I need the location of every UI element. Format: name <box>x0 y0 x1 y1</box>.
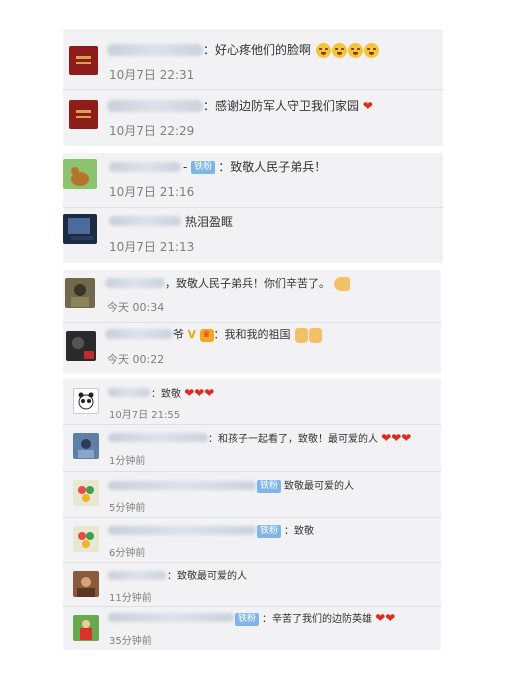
verified-v-icon: V <box>187 328 197 341</box>
dark-photo-avatar[interactable] <box>66 331 96 361</box>
comment-time: 10月7日 22:29 <box>109 124 195 138</box>
panda-avatar[interactable] <box>73 388 99 414</box>
comment-text: 铁粉 ：致敬 <box>257 522 314 538</box>
comment-panel-1: ：好心疼他们的脸啊 10月7日 22:31 ：感谢边防军人守卫我们家园 ❤ 10… <box>63 29 443 146</box>
heart-emoji: ❤❤❤ <box>381 431 412 445</box>
comment-row: 铁粉 ：致敬 6分钟前 <box>63 518 441 562</box>
comment-text: 爷 V ♛ ：我和我的祖国 <box>173 326 323 343</box>
comment-panel-3: ，致敬人民子弟兵！你们辛苦了。 今天 00:34 爷 V ♛ ：我和我的祖国 今天… <box>63 270 441 373</box>
comment-text: 铁粉 ：辛苦了我们的边防英雄 ❤❤ <box>235 610 395 626</box>
comment-text: ，致敬人民子弟兵！你们辛苦了。 <box>165 275 350 291</box>
username-redacted[interactable] <box>108 388 150 397</box>
comment-body: ：感谢边防军人守卫我们家园 <box>203 99 360 113</box>
comment-time: 10月7日 21:55 <box>109 410 181 421</box>
comment-text: ：和孩子一起看了，致敬！最可爱的人 ❤❤❤ <box>208 430 411 445</box>
username-redacted[interactable] <box>108 433 208 442</box>
comment-time: 5分钟前 <box>109 503 146 514</box>
comment-time: 35分钟前 <box>109 636 152 647</box>
comment-time: 11分钟前 <box>109 593 152 604</box>
night-window-avatar[interactable] <box>63 214 97 244</box>
comment-body: ：好心疼他们的脸啊 <box>203 43 312 57</box>
red-seal-avatar[interactable] <box>69 100 98 129</box>
comment-time: 今天 00:34 <box>107 301 165 314</box>
comment-row: ：致敬 ❤❤❤ 10月7日 21:55 <box>63 379 441 424</box>
comment-row: 爷 V ♛ ：我和我的祖国 今天 00:22 <box>63 323 441 373</box>
username-redacted[interactable] <box>108 481 256 490</box>
comment-body: 热泪盈眶 <box>185 215 234 229</box>
comment-row: ：好心疼他们的脸啊 10月7日 22:31 <box>63 29 443 89</box>
username-redacted[interactable] <box>107 100 203 112</box>
heart-emoji: ❤❤ <box>375 611 396 625</box>
comment-time: 10月7日 21:16 <box>109 185 195 199</box>
comment-row: 铁粉 致敬最可爱的人 5分钟前 <box>63 472 441 517</box>
comment-panel-4: ：致敬 ❤❤❤ 10月7日 21:55 ：和孩子一起看了，致敬！最可爱的人 ❤❤… <box>63 379 441 650</box>
comment-body: ：致敬人民子弟兵！ <box>218 160 327 174</box>
outdoor-photo-avatar[interactable] <box>65 278 95 308</box>
red-seal-avatar[interactable] <box>69 46 98 75</box>
comment-row: ：和孩子一起看了，致敬！最可爱的人 ❤❤❤ 1分钟前 <box>63 425 441 471</box>
comment-body: ，致敬人民子弟兵！你们辛苦了。 <box>165 277 330 290</box>
comment-text: ：致敬 ❤❤❤ <box>151 385 214 400</box>
thumbs-up-emoji <box>294 327 323 343</box>
crying-face-emoji <box>315 43 379 58</box>
comment-body: ：我和我的祖国 <box>213 328 291 341</box>
blue-photo-avatar[interactable] <box>73 433 99 459</box>
fan-badge[interactable]: 铁粉 <box>235 612 260 626</box>
comment-row: - 铁粉 ：致敬人民子弟兵！ 10月7日 21:16 <box>63 153 443 207</box>
comment-row: ：致敬最可爱的人 11分钟前 <box>63 563 441 606</box>
comment-panel-2: - 铁粉 ：致敬人民子弟兵！ 10月7日 21:16 热泪盈眶 10月7日 21:… <box>63 153 443 263</box>
brown-photo-avatar[interactable] <box>73 571 99 597</box>
username-tail: 爷 <box>173 328 184 341</box>
comment-text: ：好心疼他们的脸啊 <box>203 41 379 58</box>
comment-time: 1分钟前 <box>109 456 146 467</box>
username-redacted[interactable] <box>105 329 173 339</box>
crown-icon: ♛ <box>199 328 214 342</box>
username-redacted[interactable] <box>108 571 166 580</box>
fan-badge[interactable]: 铁粉 <box>191 161 216 174</box>
deer-cartoon-avatar[interactable] <box>63 159 97 189</box>
comment-body: ：致敬 <box>151 389 181 400</box>
comment-row: 铁粉 ：辛苦了我们的边防英雄 ❤❤ 35分钟前 <box>63 607 441 650</box>
comment-body: 致敬最可爱的人 <box>284 481 355 492</box>
comment-text: ：感谢边防军人守卫我们家园 ❤ <box>203 97 373 114</box>
username-redacted[interactable] <box>105 278 165 288</box>
username-redacted[interactable] <box>108 613 234 622</box>
heart-emoji: ❤ <box>362 99 373 113</box>
comment-text: 热泪盈眶 <box>185 213 233 230</box>
username-redacted[interactable] <box>109 162 181 172</box>
comment-time: 10月7日 21:13 <box>109 240 195 254</box>
red-figure-avatar[interactable] <box>73 615 99 641</box>
comment-row: ，致敬人民子弟兵！你们辛苦了。 今天 00:34 <box>63 270 441 322</box>
comment-text: ：致敬最可爱的人 <box>167 567 247 582</box>
username-tail: - <box>183 160 188 174</box>
heart-emoji: ❤❤❤ <box>184 386 215 400</box>
colorful-avatar-2[interactable] <box>73 526 99 552</box>
comment-time: 10月7日 22:31 <box>109 68 195 82</box>
flexed-arm-emoji <box>333 277 350 291</box>
username-redacted[interactable] <box>109 216 181 226</box>
comment-time: 今天 00:22 <box>107 353 165 366</box>
colorful-avatar[interactable] <box>73 480 99 506</box>
comment-row: ：感谢边防军人守卫我们家园 ❤ 10月7日 22:29 <box>63 90 443 146</box>
fan-badge[interactable]: 铁粉 <box>257 479 282 493</box>
comment-text: - 铁粉 ：致敬人民子弟兵！ <box>183 158 326 175</box>
comment-body: ：和孩子一起看了，致敬！最可爱的人 <box>208 434 378 445</box>
username-redacted[interactable] <box>107 44 203 56</box>
username-redacted[interactable] <box>108 526 256 535</box>
comment-text: 铁粉 致敬最可爱的人 <box>257 477 354 493</box>
comment-body: ：致敬最可爱的人 <box>167 571 247 582</box>
comment-body: ：辛苦了我们的边防英雄 <box>262 614 373 625</box>
fan-badge[interactable]: 铁粉 <box>257 524 282 538</box>
comment-row: 热泪盈眶 10月7日 21:13 <box>63 208 443 263</box>
comment-body: ：致敬 <box>284 526 315 537</box>
comment-time: 6分钟前 <box>109 548 146 559</box>
